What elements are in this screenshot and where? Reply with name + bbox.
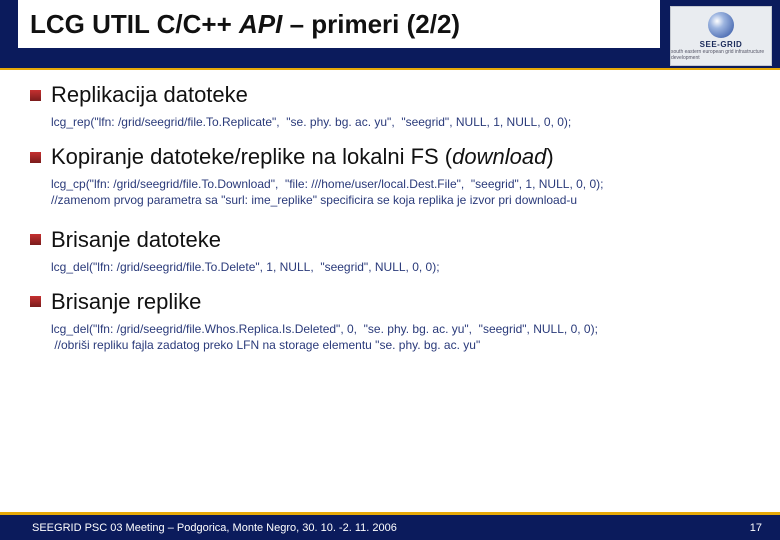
title-italic: API [239, 9, 282, 39]
section-heading: Brisanje datoteke [30, 227, 760, 253]
bullet-icon [30, 90, 41, 101]
section-title-text: Brisanje replike [51, 289, 201, 314]
bullet-icon [30, 296, 41, 307]
section-title: Brisanje replike [51, 289, 201, 315]
code-block: lcg_cp("lfn: /grid/seegrid/file.To.Downl… [51, 176, 760, 208]
bullet-icon [30, 234, 41, 245]
page-number: 17 [750, 522, 762, 534]
section-delete-replica: Brisanje replike lcg_del("lfn: /grid/see… [30, 289, 760, 353]
code-block: lcg_del("lfn: /grid/seegrid/file.To.Dele… [51, 259, 760, 275]
section-heading: Replikacija datoteke [30, 82, 760, 108]
title-part-2: – primeri (2/2) [282, 9, 460, 39]
logo: SEE-GRID south eastern european grid inf… [670, 6, 772, 66]
section-title: Replikacija datoteke [51, 82, 248, 108]
section-title-text: Replikacija datoteke [51, 82, 248, 107]
section-copy: Kopiranje datoteke/replike na lokalni FS… [30, 144, 760, 208]
footer: SEEGRID PSC 03 Meeting – Podgorica, Mont… [0, 512, 780, 540]
section-heading: Brisanje replike [30, 289, 760, 315]
section-title-text: Kopiranje datoteke/replike na lokalni FS… [51, 144, 452, 169]
section-heading: Kopiranje datoteke/replike na lokalni FS… [30, 144, 760, 170]
globe-icon [708, 12, 734, 38]
title-bar: LCG UTIL C/C++ API – primeri (2/2) SEE-G… [0, 0, 780, 70]
section-delete-file: Brisanje datoteke lcg_del("lfn: /grid/se… [30, 227, 760, 275]
logo-text: SEE-GRID [700, 40, 743, 49]
footer-bar: SEEGRID PSC 03 Meeting – Podgorica, Mont… [0, 515, 780, 540]
slide: LCG UTIL C/C++ API – primeri (2/2) SEE-G… [0, 0, 780, 540]
logo-subtext: south eastern european grid infrastructu… [671, 49, 771, 61]
section-title: Kopiranje datoteke/replike na lokalni FS… [51, 144, 554, 170]
section-title-text: Brisanje datoteke [51, 227, 221, 252]
content-area: Replikacija datoteke lcg_rep("lfn: /grid… [30, 82, 760, 498]
section-title-italic: download [452, 144, 546, 169]
title-part-1: LCG UTIL C/C++ [30, 9, 239, 39]
title-container: LCG UTIL C/C++ API – primeri (2/2) [18, 0, 660, 48]
section-title-close: ) [546, 144, 553, 169]
yellow-divider [0, 68, 780, 70]
footer-text: SEEGRID PSC 03 Meeting – Podgorica, Mont… [32, 522, 397, 534]
slide-title: LCG UTIL C/C++ API – primeri (2/2) [18, 9, 460, 40]
code-block: lcg_rep("lfn: /grid/seegrid/file.To.Repl… [51, 114, 760, 130]
title-underbar [18, 48, 660, 70]
section-title: Brisanje datoteke [51, 227, 221, 253]
code-block: lcg_del("lfn: /grid/seegrid/file.Whos.Re… [51, 321, 760, 353]
bullet-icon [30, 152, 41, 163]
section-replication: Replikacija datoteke lcg_rep("lfn: /grid… [30, 82, 760, 130]
